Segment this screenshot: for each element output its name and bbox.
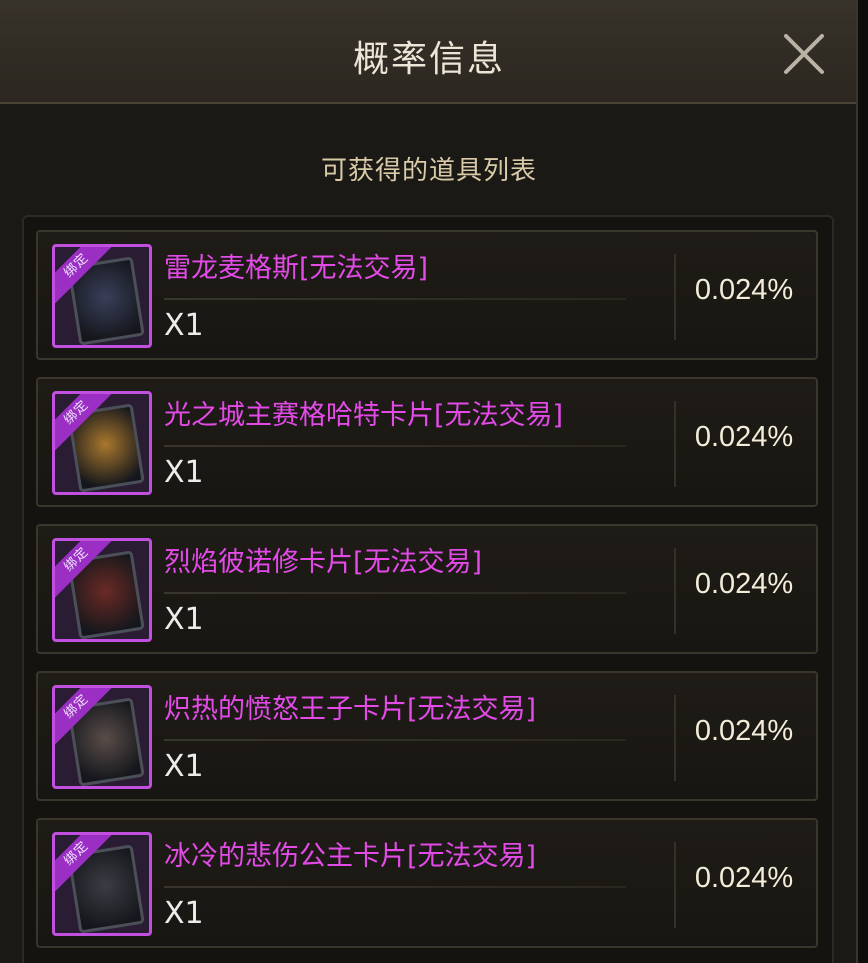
item-name: 烈焰彼诺修卡片[无法交易] — [164, 547, 483, 578]
item-quantity: X1 — [164, 602, 204, 637]
title-bar: 概率信息 — [0, 0, 856, 104]
name-underline — [164, 739, 626, 741]
close-icon — [784, 34, 824, 74]
close-button[interactable] — [778, 28, 830, 80]
list-item: 绑定 烈焰彼诺修卡片[无法交易] X1 0.024% — [36, 524, 818, 654]
item-quantity: X1 — [164, 308, 204, 343]
item-probability: 0.024% — [694, 274, 794, 306]
name-underline — [164, 445, 626, 447]
list-item: 绑定 雷龙麦格斯[无法交易] X1 0.024% — [36, 230, 818, 360]
item-icon[interactable]: 绑定 — [52, 391, 152, 495]
item-icon[interactable]: 绑定 — [52, 538, 152, 642]
item-probability: 0.024% — [694, 715, 794, 747]
item-quantity: X1 — [164, 455, 204, 490]
list-item: 绑定 冰冷的悲伤公主卡片[无法交易] X1 0.024% — [36, 818, 818, 948]
item-name: 光之城主赛格哈特卡片[无法交易] — [164, 400, 564, 431]
item-name: 雷龙麦格斯[无法交易] — [164, 253, 429, 284]
column-divider — [674, 695, 676, 781]
list-item: 绑定 光之城主赛格哈特卡片[无法交易] X1 0.024% — [36, 377, 818, 507]
item-quantity: X1 — [164, 896, 204, 931]
name-underline — [164, 298, 626, 300]
column-divider — [674, 548, 676, 634]
name-underline — [164, 592, 626, 594]
list-item: 绑定 炽热的愤怒王子卡片[无法交易] X1 0.024% — [36, 671, 818, 801]
list-subtitle: 可获得的道具列表 — [320, 156, 537, 186]
item-icon[interactable]: 绑定 — [52, 244, 152, 348]
column-divider — [674, 254, 676, 340]
name-underline — [164, 886, 626, 888]
item-icon[interactable]: 绑定 — [52, 685, 152, 789]
item-name: 冰冷的悲伤公主卡片[无法交易] — [164, 841, 537, 872]
item-probability: 0.024% — [694, 568, 794, 600]
column-divider — [674, 401, 676, 487]
item-icon[interactable]: 绑定 — [52, 832, 152, 936]
column-divider — [674, 842, 676, 928]
dialog-title: 概率信息 — [352, 39, 505, 80]
item-name: 炽热的愤怒王子卡片[无法交易] — [164, 694, 537, 725]
item-probability: 0.024% — [694, 421, 794, 453]
probability-dialog: 概率信息 可获得的道具列表 绑定 雷龙麦格斯[无法交易] X1 0.024% 绑… — [0, 0, 858, 963]
item-probability: 0.024% — [694, 862, 794, 894]
item-quantity: X1 — [164, 749, 204, 784]
